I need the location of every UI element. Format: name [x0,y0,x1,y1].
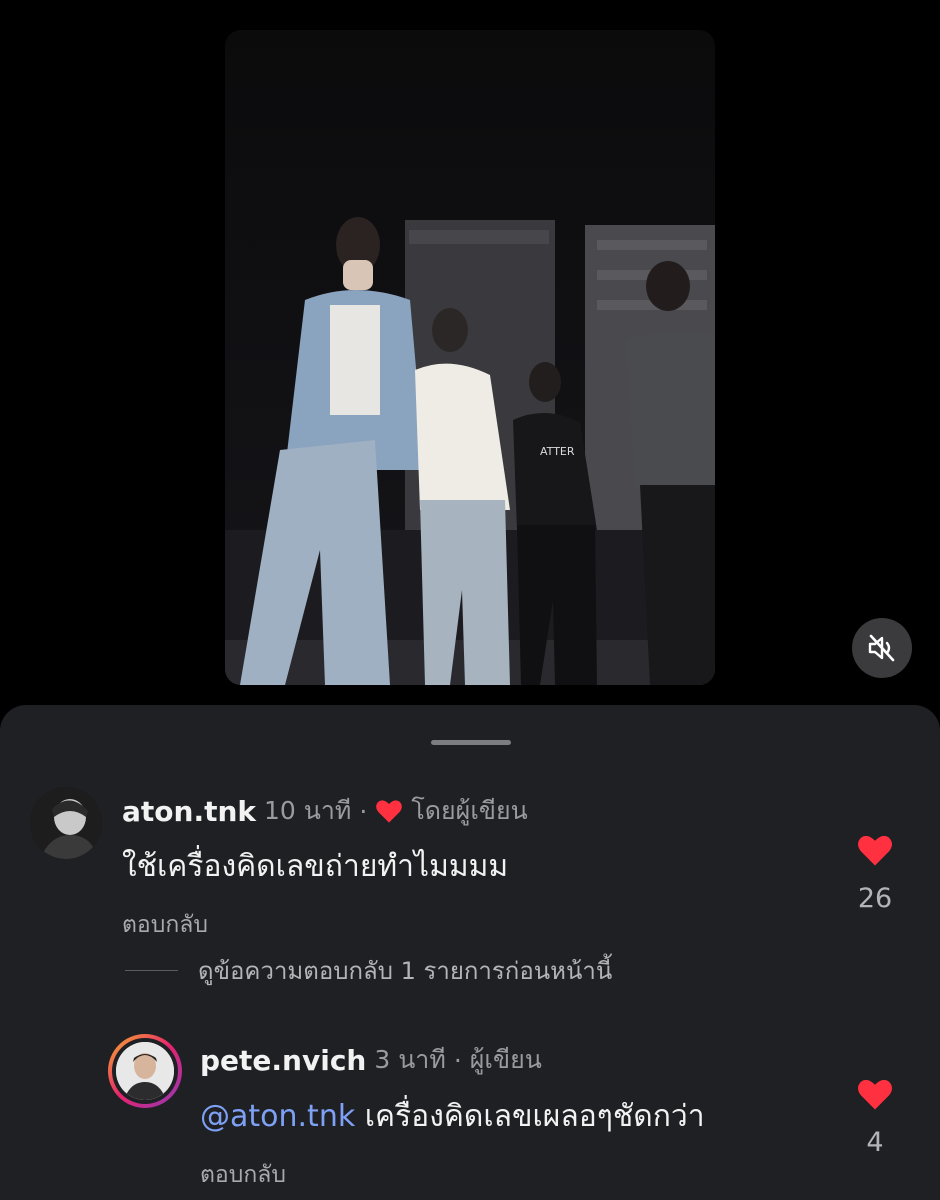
avatar-image [30,787,102,859]
like-button[interactable]: 26 [855,833,895,914]
drag-handle[interactable] [431,740,511,745]
heart-icon [376,800,403,823]
author-label: ผู้เขียน [469,1045,542,1074]
video-player[interactable]: ATTER [225,30,715,685]
like-count: 26 [857,883,893,914]
mute-toggle-button[interactable] [852,618,912,678]
avatar [116,1042,174,1100]
heart-icon [858,1079,892,1110]
reply-text: @aton.tnk เครื่องคิดเลขเผลอๆชัดกว่า [200,1093,705,1140]
like-count: 4 [866,1127,884,1158]
avatar-image [116,1042,174,1100]
avatar-story-ring[interactable] [108,1034,182,1108]
speaker-muted-icon [868,634,895,662]
liked-by-author-label: โดยผู้เขียน [411,796,528,825]
shirt-print-text: ATTER [540,445,575,458]
comments-sheet: aton.tnk 10 นาที · โดยผู้เขียน ใช้เครื่อ… [0,705,940,1200]
reply-time: 3 นาที [374,1045,446,1074]
view-previous-replies-label: ดูข้อความตอบกลับ 1 รายการก่อนหน้านี้ [198,957,613,985]
avatar[interactable] [30,787,102,859]
comment-text: ใช้เครื่องคิดเลขถ่ายทำไมมมม [122,849,509,884]
mention-link[interactable]: @aton.tnk [200,1099,355,1134]
comment-username[interactable]: aton.tnk [122,795,256,828]
reply-text-body: เครื่องคิดเลขเผลอๆชัดกว่า [355,1099,705,1134]
thread-line [125,970,178,971]
reply-meta: pete.nvich 3 นาที · ผู้เขียน [200,1040,542,1080]
video-frame: ATTER [225,217,715,685]
reply-username[interactable]: pete.nvich [200,1044,366,1077]
heart-icon [858,835,892,866]
reply-button[interactable]: ตอบกลับ [200,1157,286,1193]
comment-meta: aton.tnk 10 นาที · โดยผู้เขียน [122,791,528,831]
separator-dot: · [453,1045,462,1075]
view-previous-replies-button[interactable]: ดูข้อความตอบกลับ 1 รายการก่อนหน้านี้ [125,951,612,990]
reply-button[interactable]: ตอบกลับ [122,907,208,943]
comment-time: 10 นาที [264,796,352,825]
separator-dot: · [359,796,368,826]
like-button[interactable]: 4 [855,1077,895,1158]
